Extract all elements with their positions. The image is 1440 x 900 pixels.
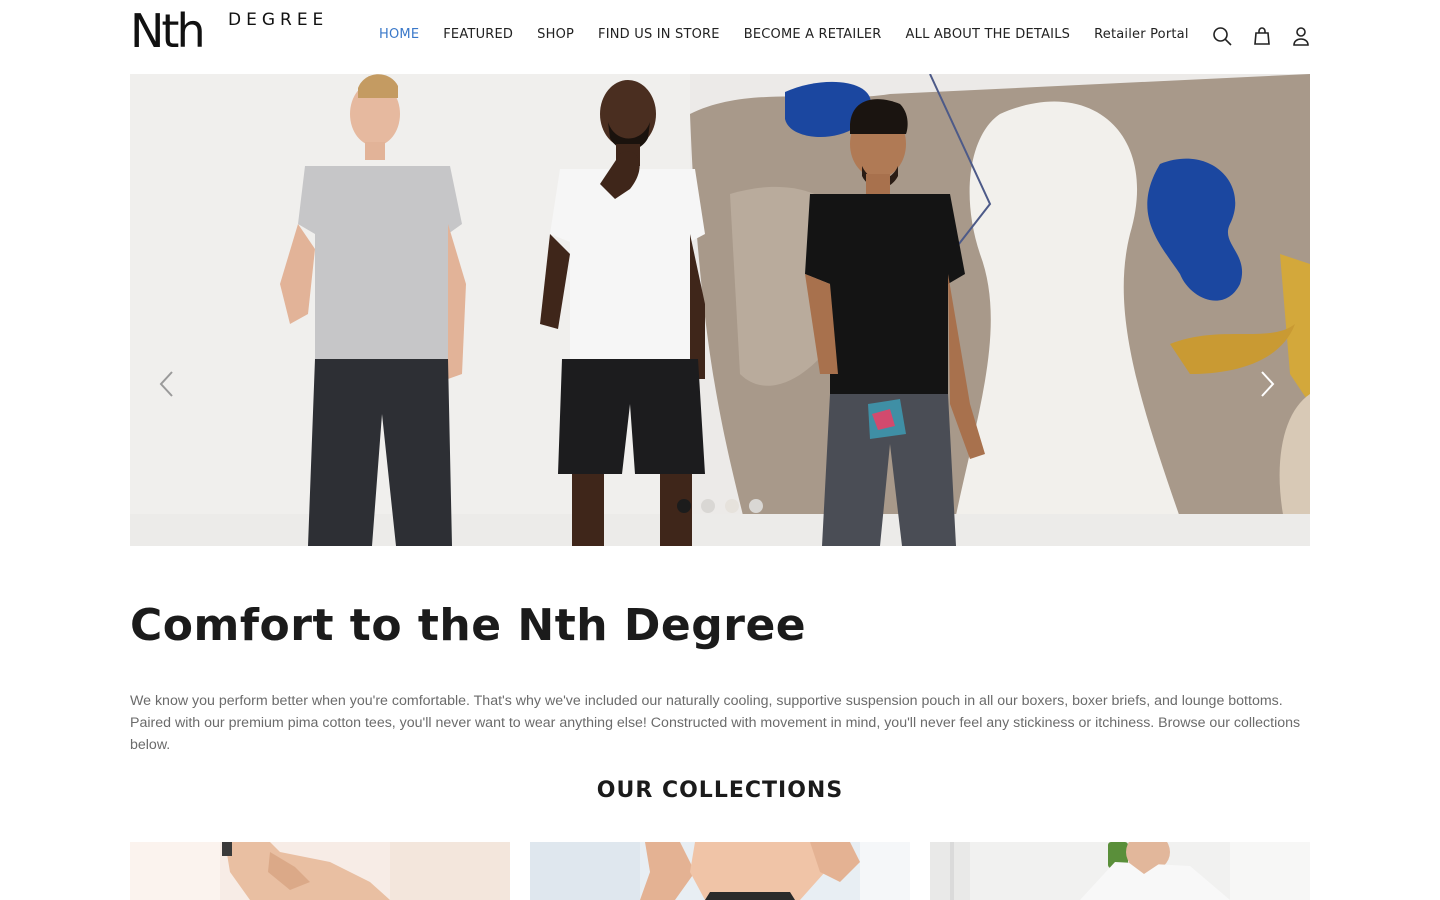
hero-slider [130,74,1310,546]
slider-dot-2[interactable] [701,499,715,513]
hero-slide-image [130,74,1310,546]
main-nav: HOME FEATURED SHOP FIND US IN STORE BECO… [379,26,1189,44]
account-icon[interactable] [1289,24,1313,48]
collections-grid [130,842,1310,900]
nav-item-become-a-retailer[interactable]: BECOME A RETAILER [744,26,882,44]
slider-dot-1[interactable] [677,499,691,513]
nav-item-all-about-the-details[interactable]: ALL ABOUT THE DETAILS [906,26,1071,44]
collection-card-2[interactable] [530,842,910,900]
nav-item-shop[interactable]: SHOP [537,26,574,44]
nav-item-retailer-portal[interactable]: Retailer Portal [1094,26,1189,44]
chevron-right-icon[interactable] [1252,364,1282,404]
brand-logo[interactable]: Nth DEGREE [130,8,340,60]
nav-item-featured[interactable]: FEATURED [443,26,513,44]
slider-dot-4[interactable] [749,499,763,513]
collection-image-1 [130,842,510,900]
intro-paragraph: We know you perform better when you're c… [130,693,1301,753]
nav-item-find-us-in-store[interactable]: FIND US IN STORE [598,26,720,44]
slider-dot-3[interactable] [725,499,739,513]
chevron-left-icon[interactable] [152,364,182,404]
cart-icon[interactable] [1250,24,1274,48]
collection-image-3 [930,842,1310,900]
header-actions [1210,24,1314,48]
collection-image-2 [530,842,910,900]
collections-title: OUR COLLECTIONS [596,778,844,803]
nav-item-home[interactable]: HOME [379,26,419,44]
search-icon[interactable] [1210,24,1234,48]
logo-subtitle: DEGREE [228,10,329,30]
collection-card-3[interactable] [930,842,1310,900]
page-headline: Comfort to the Nth Degree [130,600,807,651]
logo-wordmark: Nth [130,4,206,58]
site-header: Nth DEGREE HOME FEATURED SHOP FIND US IN… [0,0,1440,74]
slider-pagination [677,499,763,513]
collection-card-1[interactable] [130,842,510,900]
